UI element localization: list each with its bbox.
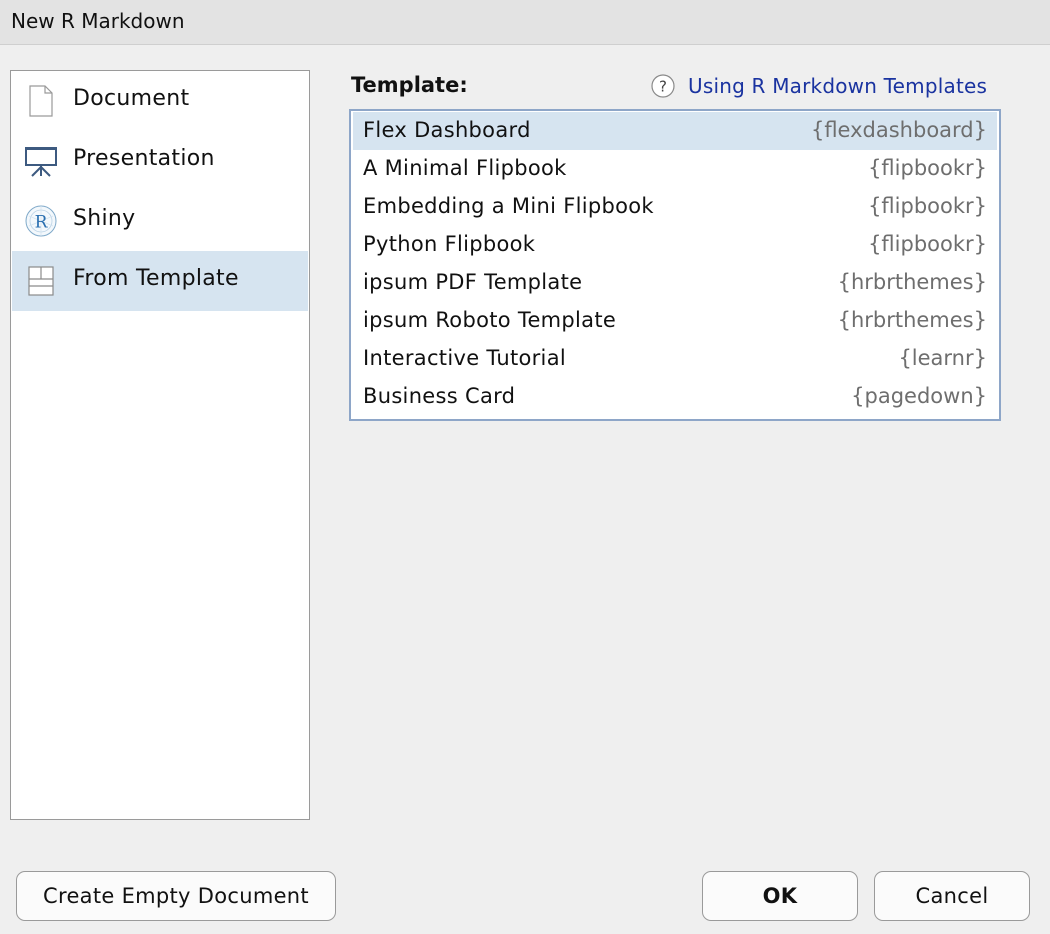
svg-text:?: ? [659, 78, 667, 96]
list-item[interactable]: ipsum PDF Template {hrbrthemes} [353, 264, 997, 302]
title-bar: New R Markdown [0, 0, 1050, 45]
list-item[interactable]: Flex Dashboard {flexdashboard} [353, 112, 997, 150]
sidebar-item-from-template[interactable]: From Template [12, 251, 308, 311]
ok-button[interactable]: OK [702, 871, 858, 921]
list-item[interactable]: ipsum Roboto Template {hrbrthemes} [353, 302, 997, 340]
create-empty-document-button[interactable]: Create Empty Document [16, 871, 336, 921]
list-item[interactable]: A Minimal Flipbook {flipbookr} [353, 150, 997, 188]
template-name: Embedding a Mini Flipbook [363, 194, 654, 218]
template-package: {pagedown} [851, 384, 987, 408]
list-item[interactable]: Embedding a Mini Flipbook {flipbookr} [353, 188, 997, 226]
template-package: {hrbrthemes} [837, 308, 987, 332]
template-name: ipsum Roboto Template [363, 308, 617, 332]
sidebar-item-label: From Template [73, 266, 239, 291]
list-item[interactable]: Interactive Tutorial {learnr} [353, 340, 997, 378]
sidebar-item-document[interactable]: Document [12, 71, 308, 131]
template-list[interactable]: Flex Dashboard {flexdashboard} A Minimal… [349, 109, 1001, 421]
template-heading: Template: [351, 73, 468, 97]
sidebar-item-label: Presentation [73, 146, 215, 171]
template-icon [28, 266, 54, 296]
cancel-button[interactable]: Cancel [874, 871, 1030, 921]
template-name: Interactive Tutorial [363, 346, 566, 370]
template-name: ipsum PDF Template [363, 270, 583, 294]
template-package: {flexdashboard} [810, 118, 987, 142]
sidebar-item-shiny[interactable]: R Shiny [12, 191, 308, 251]
sidebar-item-presentation[interactable]: Presentation [12, 131, 308, 191]
help-link[interactable]: Using R Markdown Templates [688, 74, 987, 98]
template-name: Flex Dashboard [363, 118, 531, 142]
template-name: Business Card [363, 384, 516, 408]
help-icon[interactable]: ? [651, 74, 675, 98]
shiny-icon: R [25, 205, 57, 237]
sidebar-item-label: Shiny [73, 206, 136, 231]
template-name: Python Flipbook [363, 232, 536, 256]
output-type-sidebar: Document Presentation R Shiny From Templ… [10, 70, 310, 820]
template-package: {flipbookr} [868, 194, 987, 218]
template-package: {flipbookr} [868, 232, 987, 256]
presentation-icon [25, 147, 57, 177]
template-name: A Minimal Flipbook [363, 156, 567, 180]
list-item[interactable]: Business Card {pagedown} [353, 378, 997, 416]
document-icon [29, 85, 53, 117]
template-package: {learnr} [898, 346, 987, 370]
sidebar-item-label: Document [73, 86, 190, 111]
svg-text:R: R [35, 213, 49, 233]
list-item[interactable]: Python Flipbook {flipbookr} [353, 226, 997, 264]
template-package: {flipbookr} [868, 156, 987, 180]
template-package: {hrbrthemes} [837, 270, 987, 294]
window-title: New R Markdown [11, 9, 185, 33]
